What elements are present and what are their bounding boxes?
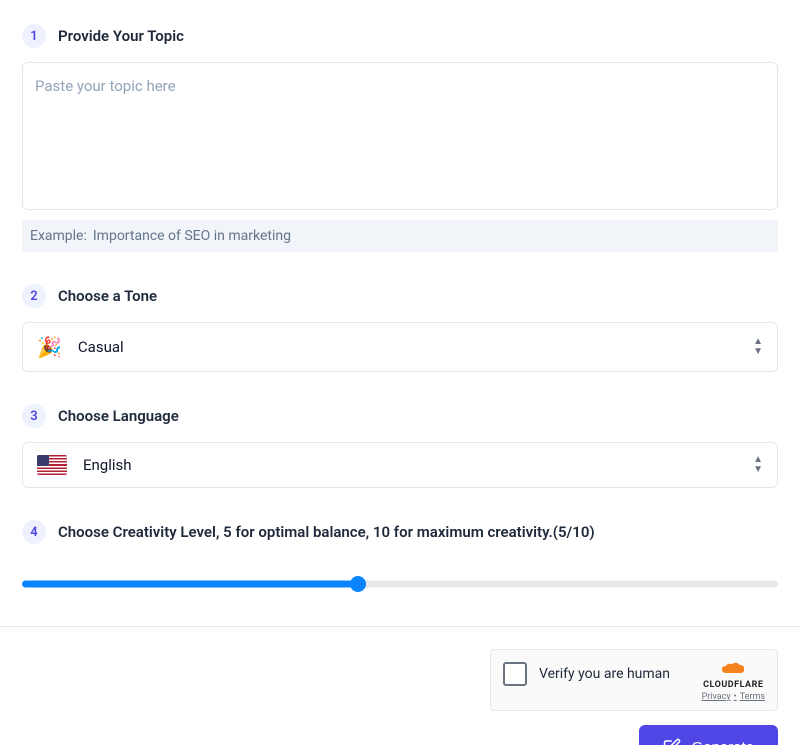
generate-button[interactable]: Generate	[639, 725, 778, 745]
slider-thumb[interactable]	[350, 576, 366, 592]
step-3-badge: 3	[22, 404, 46, 428]
captcha-widget: Verify you are human CLOUDFLARE Privacy•…	[490, 649, 778, 711]
step-1-header: 1 Provide Your Topic	[22, 24, 778, 48]
edit-icon	[663, 738, 681, 745]
captcha-checkbox[interactable]	[503, 662, 527, 686]
language-select[interactable]: English ▲▼	[22, 442, 778, 488]
generate-button-label: Generate	[691, 739, 754, 745]
language-value: English	[83, 456, 132, 474]
captcha-label: Verify you are human	[539, 666, 670, 682]
creativity-slider[interactable]	[22, 574, 778, 594]
step-4-badge: 4	[22, 520, 46, 544]
captcha-terms-link[interactable]: Terms	[740, 692, 765, 702]
captcha-privacy-link[interactable]: Privacy	[702, 692, 731, 702]
cloudflare-brand: CLOUDFLARE	[703, 680, 763, 690]
example-text: Importance of SEO in marketing	[93, 228, 291, 244]
select-chevrons-icon: ▲▼	[753, 455, 763, 475]
step-2-badge: 2	[22, 284, 46, 308]
example-label: Example:	[30, 228, 87, 244]
step-2-title: Choose a Tone	[58, 287, 157, 305]
step-1-title: Provide Your Topic	[58, 27, 184, 45]
step-4-header: 4 Choose Creativity Level, 5 for optimal…	[22, 520, 778, 544]
cloudflare-icon	[720, 662, 746, 676]
step-1-badge: 1	[22, 24, 46, 48]
step-2-header: 2 Choose a Tone	[22, 284, 778, 308]
step-3-header: 3 Choose Language	[22, 404, 778, 428]
select-chevrons-icon: ▲▼	[753, 337, 763, 357]
topic-example: Example: Importance of SEO in marketing	[22, 220, 778, 252]
slider-fill	[22, 581, 358, 588]
us-flag-icon	[37, 455, 67, 475]
tone-select[interactable]: 🎉 Casual ▲▼	[22, 322, 778, 372]
tone-value: Casual	[78, 338, 124, 356]
step-4-title: Choose Creativity Level, 5 for optimal b…	[58, 523, 595, 541]
captcha-links: Privacy•Terms	[702, 692, 765, 702]
step-3-title: Choose Language	[58, 407, 179, 425]
topic-input[interactable]	[22, 62, 778, 210]
party-icon: 🎉	[37, 335, 62, 359]
